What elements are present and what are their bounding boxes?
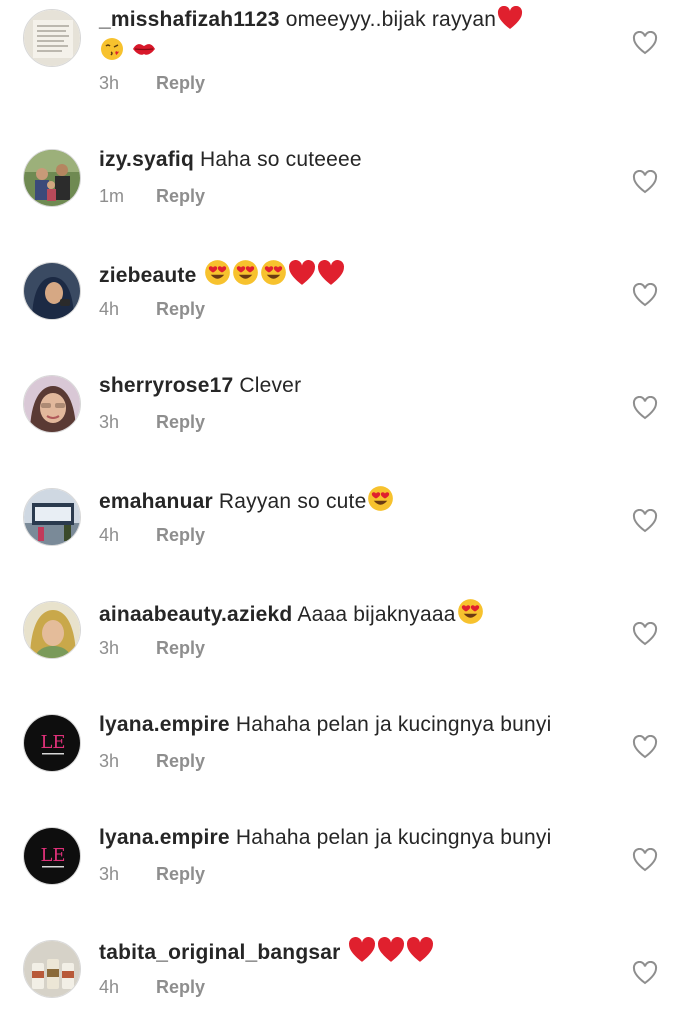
comment-meta: 3h Reply	[99, 73, 205, 94]
svg-text:LE: LE	[40, 732, 65, 753]
timestamp: 4h	[99, 977, 120, 997]
avatar[interactable]	[23, 149, 81, 207]
comment-message: Haha so cuteeee	[200, 148, 362, 171]
reply-button[interactable]: Reply	[156, 864, 205, 884]
username[interactable]: lyana.empire	[99, 826, 230, 849]
comment-item: tabita_original_bangsar 4h Reply	[0, 904, 696, 1017]
heart-eyes-icon	[204, 259, 231, 293]
comment-meta: 4h Reply	[99, 299, 205, 320]
username[interactable]: _misshafizah1123	[99, 8, 280, 31]
comment-text: izy.syafiq Haha so cuteeee	[99, 146, 579, 173]
comment-item: _misshafizah1123 omeeyyy..bijak rayyan 3…	[0, 0, 696, 113]
username[interactable]: emahanuar	[99, 490, 213, 513]
kiss-mark-icon	[131, 37, 157, 68]
username[interactable]: tabita_original_bangsar	[99, 941, 341, 964]
comment-text: sherryrose17 Clever	[99, 372, 579, 399]
avatar[interactable]	[23, 262, 81, 320]
avatar[interactable]	[23, 375, 81, 433]
comment-meta: 3h Reply	[99, 751, 205, 772]
reply-button[interactable]: Reply	[156, 412, 205, 432]
heart-eyes-icon	[457, 598, 484, 632]
red-heart-icon	[497, 5, 523, 37]
comment-message: Hahaha pelan ja kucingnya bunyi	[235, 713, 552, 736]
comment-message: Hahaha pelan ja kucingnya bunyi	[235, 826, 552, 849]
comment-text: emahanuar Rayyan so cute	[99, 485, 579, 519]
svg-text:LE: LE	[40, 845, 65, 866]
username[interactable]: lyana.empire	[99, 713, 230, 736]
comment-meta: 1m Reply	[99, 186, 205, 207]
comment-list: _misshafizah1123 omeeyyy..bijak rayyan 3…	[0, 0, 696, 1024]
reply-button[interactable]: Reply	[156, 751, 205, 771]
like-icon[interactable]	[632, 621, 658, 646]
timestamp: 4h	[99, 299, 120, 319]
face-blowing-kiss-icon	[100, 37, 124, 68]
red-heart-icon	[288, 259, 316, 293]
comment-item: emahanuar Rayyan so cute 4h Reply	[0, 452, 696, 565]
username[interactable]: izy.syafiq	[99, 148, 194, 171]
red-heart-icon	[377, 936, 405, 970]
comment-text: tabita_original_bangsar	[99, 936, 579, 970]
username[interactable]: ziebeaute	[99, 264, 197, 287]
reply-button[interactable]: Reply	[156, 638, 205, 658]
comment-text: _misshafizah1123 omeeyyy..bijak rayyan	[99, 5, 579, 68]
reply-button[interactable]: Reply	[156, 525, 205, 545]
heart-eyes-icon	[260, 259, 287, 293]
comment-item: sherryrose17 Clever 3h Reply	[0, 339, 696, 452]
reply-button[interactable]: Reply	[156, 73, 205, 93]
red-heart-icon	[317, 259, 345, 293]
like-icon[interactable]	[632, 508, 658, 533]
like-icon[interactable]	[632, 734, 658, 759]
comment-meta: 3h Reply	[99, 412, 205, 433]
username[interactable]: sherryrose17	[99, 374, 233, 397]
timestamp: 3h	[99, 864, 120, 884]
comment-text: lyana.empire Hahaha pelan ja kucingnya b…	[99, 824, 579, 851]
like-icon[interactable]	[632, 282, 658, 307]
avatar[interactable]	[23, 601, 81, 659]
comment-message: omeeyyy..bijak rayyan	[285, 8, 497, 31]
comment-item: ainaabeauty.aziekd Aaaa bijaknyaaa 3h Re…	[0, 565, 696, 678]
like-icon[interactable]	[632, 169, 658, 194]
red-heart-icon	[406, 936, 434, 970]
timestamp: 3h	[99, 412, 120, 432]
like-icon[interactable]	[632, 30, 658, 55]
timestamp: 3h	[99, 638, 120, 658]
comment-meta: 4h Reply	[99, 977, 205, 998]
comment-text: ziebeaute	[99, 259, 579, 293]
comment-meta: 3h Reply	[99, 638, 205, 659]
avatar[interactable]	[23, 940, 81, 998]
comment-item: LE lyana.empire Hahaha pelan ja kucingny…	[0, 678, 696, 791]
comment-text: lyana.empire Hahaha pelan ja kucingnya b…	[99, 711, 579, 738]
avatar[interactable]: LE	[23, 714, 81, 772]
avatar[interactable]	[23, 9, 81, 67]
comment-message: Rayyan so cute	[218, 490, 367, 513]
reply-button[interactable]: Reply	[156, 977, 205, 997]
reply-button[interactable]: Reply	[156, 186, 205, 206]
comment-item: LE lyana.empire Hahaha pelan ja kucingny…	[0, 791, 696, 904]
like-icon[interactable]	[632, 395, 658, 420]
comment-meta: 3h Reply	[99, 864, 205, 885]
like-icon[interactable]	[632, 960, 658, 985]
timestamp: 4h	[99, 525, 120, 545]
like-icon[interactable]	[632, 847, 658, 872]
avatar[interactable]	[23, 488, 81, 546]
timestamp: 3h	[99, 73, 120, 93]
username[interactable]: ainaabeauty.aziekd	[99, 603, 292, 626]
comment-item: ziebeaute 4h Reply	[0, 226, 696, 339]
timestamp: 3h	[99, 751, 120, 771]
red-heart-icon	[348, 936, 376, 970]
heart-eyes-icon	[367, 485, 394, 519]
comment-text: ainaabeauty.aziekd Aaaa bijaknyaaa	[99, 598, 579, 632]
avatar[interactable]: LE	[23, 827, 81, 885]
comment-meta: 4h Reply	[99, 525, 205, 546]
comment-message: Aaaa bijaknyaaa	[297, 603, 456, 626]
comment-message: Clever	[239, 374, 302, 397]
comment-item: izy.syafiq Haha so cuteeee 1m Reply	[0, 113, 696, 226]
timestamp: 1m	[99, 186, 125, 206]
heart-eyes-icon	[232, 259, 259, 293]
reply-button[interactable]: Reply	[156, 299, 205, 319]
